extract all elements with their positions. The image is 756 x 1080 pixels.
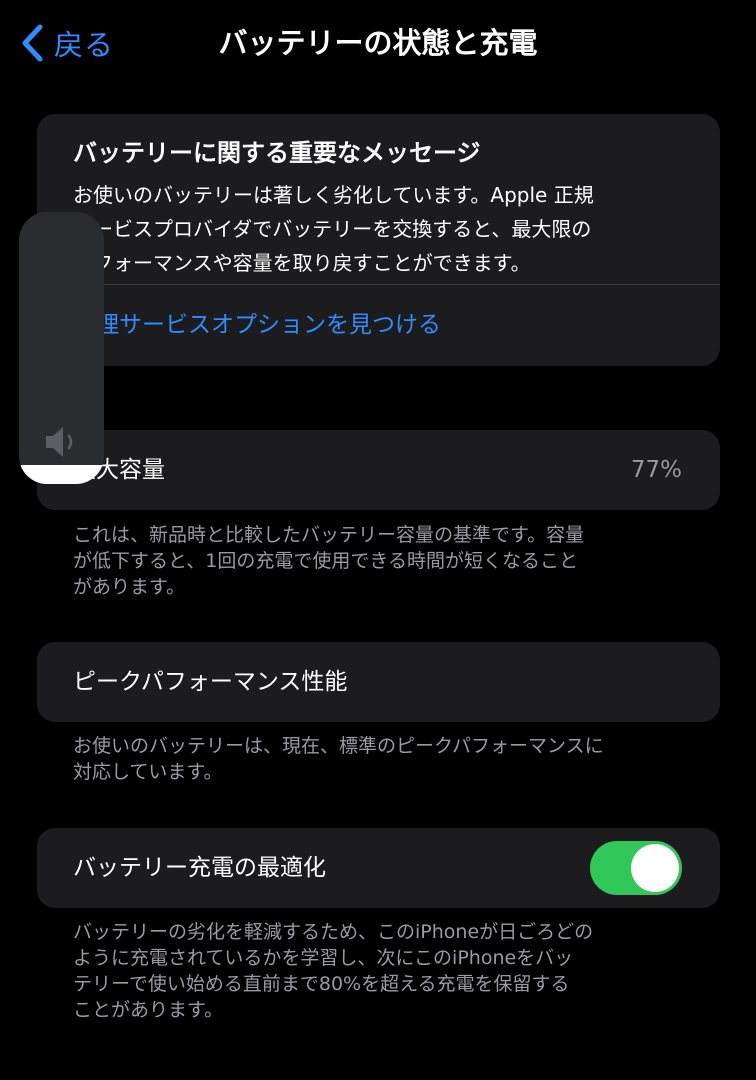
message-body-line: サービスプロバイダでバッテリーを交換すると、最大限の [73,217,592,241]
volume-slider[interactable] [19,212,104,484]
page-title: バッテリーの状態と充電 [218,26,538,60]
footnote-line: が低下すると、1回の充電で使用できる時間が短くなること [73,550,578,572]
volume-level-fill [19,464,104,484]
maximum-capacity-row: 最大容量 77% [37,430,720,510]
footnote-line: ことがあります。 [73,999,224,1021]
footnote-line: ように充電されているかを学習し、次にこのiPhoneをバッ [73,947,574,969]
capacity-footnote: これは、新品時と比較したバッテリー容量の基準です。容量 が低下すると、1回の充電… [73,522,693,600]
footnote-line: があります。 [73,576,186,598]
footnote-line: これは、新品時と比較したバッテリー容量の基準です。容量 [73,524,585,546]
navigation-bar: 戻る バッテリーの状態と充電 [0,0,756,90]
footnote-line: バッテリーの劣化を軽減するため、このiPhoneが日ごろどの [73,921,594,943]
optimized-charging-footnote: バッテリーの劣化を軽減するため、このiPhoneが日ごろどの ように充電されてい… [73,919,693,1023]
footnote-line: テリーで使い始める直前まで80%を超える充電を保留する [73,973,570,995]
message-title: バッテリーに関する重要なメッセージ [73,139,481,167]
message-body-line: お使いのバッテリーは著しく劣化しています。Apple 正規 [73,183,594,207]
peak-performance-footnote: お使いのバッテリーは、現在、標準のピークパフォーマンスに 対応しています。 [73,733,693,785]
optimized-charging-row: バッテリー充電の最適化 [37,828,720,908]
speaker-icon [46,427,73,457]
optimized-charging-label: バッテリー充電の最適化 [73,855,326,881]
peak-performance-row: ピークパフォーマンス性能 [37,642,720,722]
footnote-line: お使いのバッテリーは、現在、標準のピークパフォーマンスに [73,735,604,757]
important-message-card: バッテリーに関する重要なメッセージ お使いのバッテリーは著しく劣化しています。A… [37,114,720,366]
message-body: お使いのバッテリーは著しく劣化しています。Apple 正規 サービスプロバイダで… [73,178,693,280]
optimized-charging-toggle[interactable] [590,841,682,895]
footnote-line: 対応しています。 [73,761,223,783]
message-divider [73,284,720,285]
peak-performance-label: ピークパフォーマンス性能 [73,669,348,695]
message-body-line: パフォーマンスや容量を取り戻すことができます。 [73,251,531,275]
toggle-knob [631,844,679,892]
find-service-options-link[interactable]: 修理サービスオプションを見つける [73,308,441,342]
maximum-capacity-value: 77% [630,457,682,483]
